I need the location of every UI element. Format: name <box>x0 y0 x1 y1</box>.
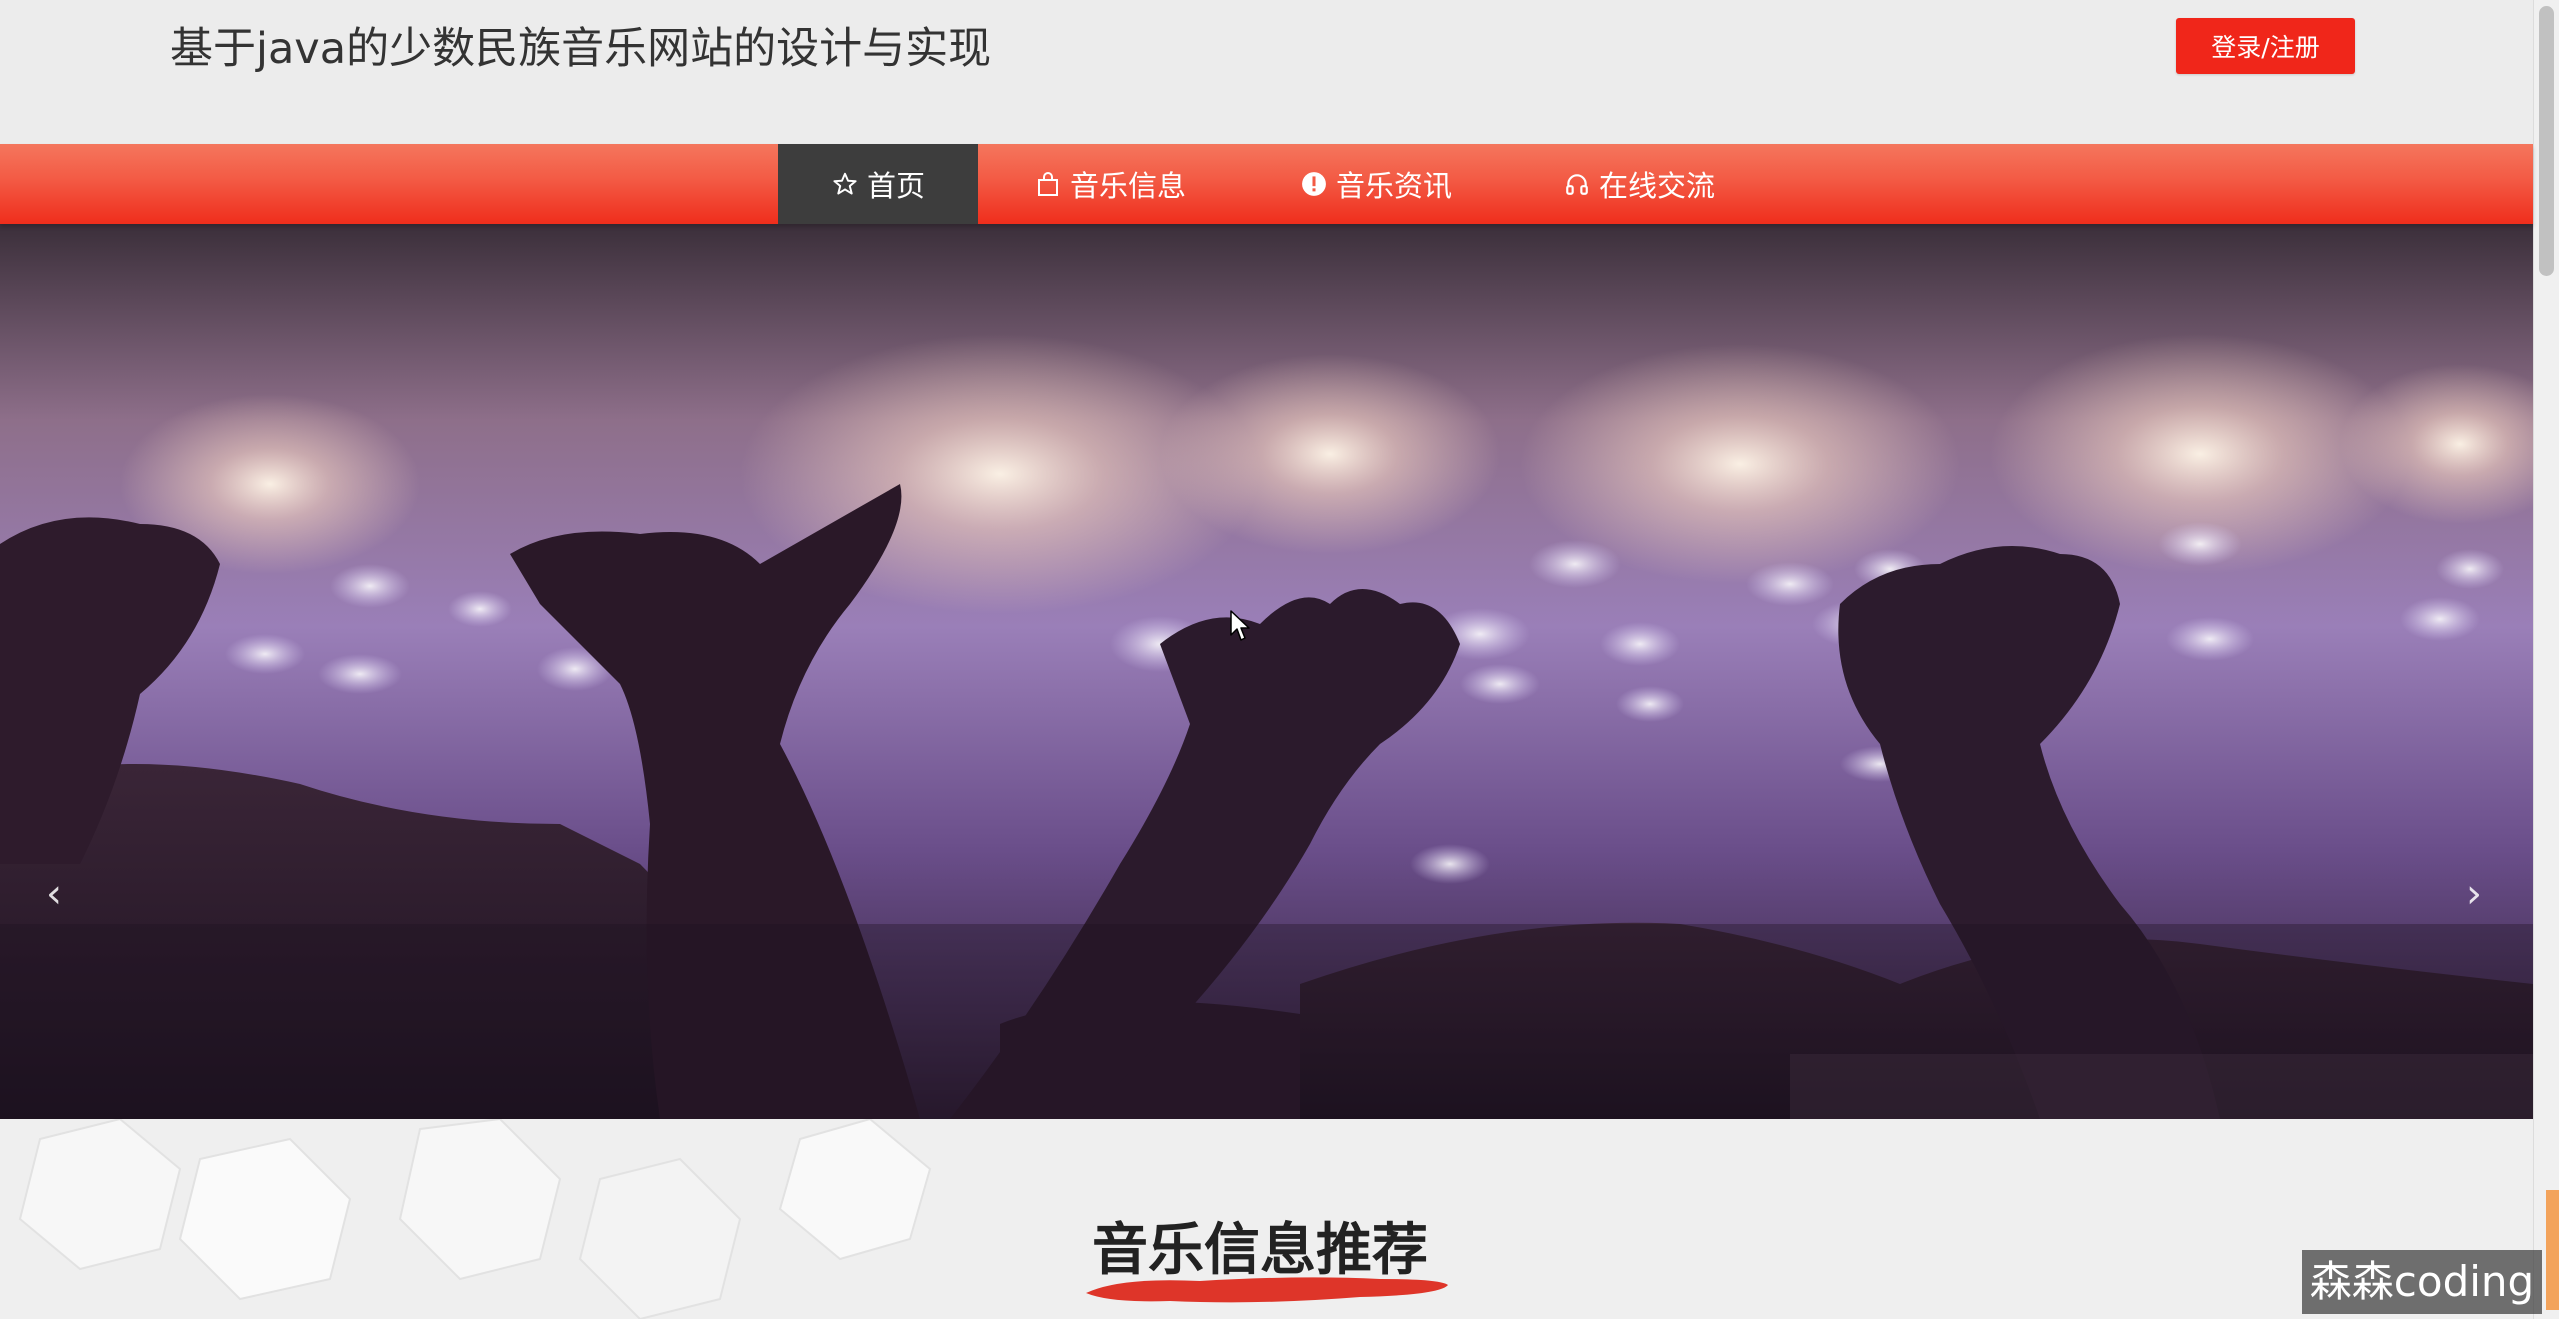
shopping-bag-icon <box>1034 170 1062 198</box>
login-register-button[interactable]: 登录/注册 <box>2176 18 2355 74</box>
nav-item-label: 首页 <box>866 169 925 203</box>
site-title: 基于java的少数民族音乐网站的设计与实现 <box>170 24 992 74</box>
scrollbar-accent <box>2546 1190 2559 1310</box>
chevron-left-icon[interactable]: ‹ <box>34 864 74 924</box>
page-scrollbar[interactable] <box>2533 0 2559 1319</box>
main-nav: 首页 音乐信息 音乐资讯 在线交流 <box>0 144 2533 224</box>
nav-item-music-news[interactable]: 音乐资讯 <box>1270 144 1482 224</box>
nav-item-label: 在线交流 <box>1598 169 1715 203</box>
nav-item-music-info[interactable]: 音乐信息 <box>1006 144 1214 224</box>
nav-item-label: 音乐资讯 <box>1335 169 1452 203</box>
nav-item-label: 音乐信息 <box>1069 169 1186 203</box>
mouse-cursor-icon <box>1230 610 1250 641</box>
concert-crowd-image <box>0 224 2533 1119</box>
section-title: 音乐信息推荐 <box>1092 1218 1428 1283</box>
nav-item-online-chat[interactable]: 在线交流 <box>1530 144 1748 224</box>
info-circle-icon <box>1300 170 1328 198</box>
scrollbar-thumb[interactable] <box>2539 6 2554 276</box>
nav-item-home[interactable]: 首页 <box>778 144 978 224</box>
site-header: 基于java的少数民族音乐网站的设计与实现 登录/注册 <box>0 0 2533 144</box>
hero-carousel[interactable]: ‹ › <box>0 224 2533 1119</box>
star-icon <box>831 170 859 198</box>
music-recommend-section: 音乐信息推荐 <box>0 1119 2533 1319</box>
hexagon-pattern-background <box>18 1119 932 1319</box>
chevron-right-icon[interactable]: › <box>2454 864 2494 924</box>
section-heading: 音乐信息推荐 <box>1076 1199 1456 1319</box>
video-watermark: 森森coding <box>2302 1250 2542 1314</box>
headphones-icon <box>1563 170 1591 198</box>
